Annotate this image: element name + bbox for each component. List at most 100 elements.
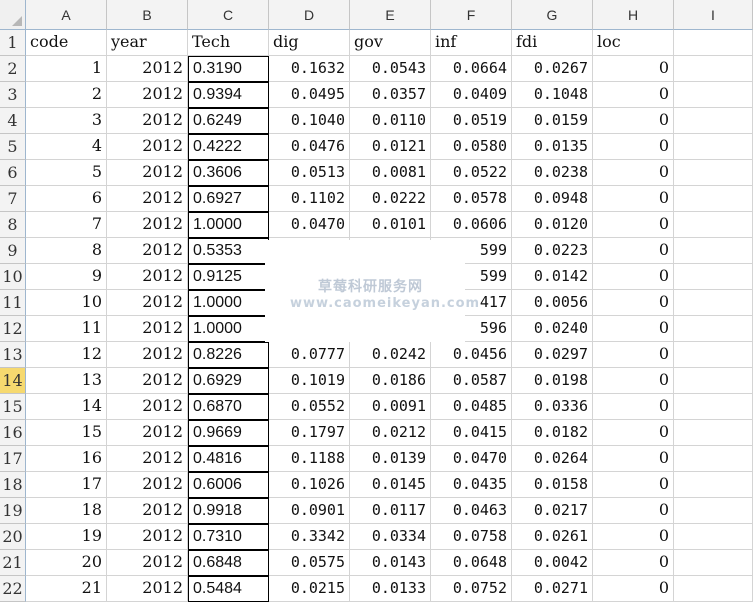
cell-f[interactable]: 0.0415	[431, 420, 512, 446]
cell-a[interactable]: 21	[26, 576, 107, 602]
cell-c[interactable]: 0.6006	[188, 472, 269, 498]
cell-b[interactable]: 2012	[107, 498, 188, 524]
cell-f[interactable]: 0.0580	[431, 134, 512, 160]
cell-a[interactable]: 6	[26, 186, 107, 212]
cell-g[interactable]: 0.0159	[512, 108, 593, 134]
cell-b[interactable]: 2012	[107, 524, 188, 550]
cell-c[interactable]: 0.9918	[188, 498, 269, 524]
column-header-d[interactable]: D	[269, 0, 350, 30]
cell-b[interactable]: 2012	[107, 316, 188, 342]
cell-i[interactable]	[674, 108, 753, 134]
cell-g[interactable]: 0.0271	[512, 576, 593, 602]
cell-g[interactable]: 0.0217	[512, 498, 593, 524]
cell-g[interactable]: 0.0056	[512, 290, 593, 316]
cell-d[interactable]: 0.0901	[269, 498, 350, 524]
cell-g[interactable]: 0.0198	[512, 368, 593, 394]
column-header-f[interactable]: F	[431, 0, 512, 30]
cell-b[interactable]: 2012	[107, 368, 188, 394]
cell-h[interactable]: 0	[593, 420, 674, 446]
cell-h[interactable]: 0	[593, 576, 674, 602]
cell-c[interactable]: 0.6929	[188, 368, 269, 394]
cell-d[interactable]: 0.1040	[269, 108, 350, 134]
cell-a[interactable]: 5	[26, 160, 107, 186]
cell-h[interactable]: 0	[593, 238, 674, 264]
cell-g[interactable]: 0.0142	[512, 264, 593, 290]
cell-g[interactable]: 0.0261	[512, 524, 593, 550]
cell-e[interactable]: 0.0101	[350, 212, 431, 238]
cell-c[interactable]: 0.6927	[188, 186, 269, 212]
row-header[interactable]: 12	[0, 316, 26, 342]
cell-b[interactable]: 2012	[107, 420, 188, 446]
cell-c[interactable]: 1.0000	[188, 316, 269, 342]
cell-f[interactable]: 0.0606	[431, 212, 512, 238]
cell-i[interactable]	[674, 316, 753, 342]
cell-e[interactable]: 0.0091	[350, 394, 431, 420]
cell-g[interactable]: 0.0238	[512, 160, 593, 186]
cell-d[interactable]: 0.0552	[269, 394, 350, 420]
cell-e[interactable]: 0.0357	[350, 82, 431, 108]
cell-f[interactable]: 0.0587	[431, 368, 512, 394]
cell-a[interactable]: 10	[26, 290, 107, 316]
cell-c[interactable]: 0.4222	[188, 134, 269, 160]
cell-g[interactable]: fdi	[512, 30, 593, 56]
row-header[interactable]: 19	[0, 498, 26, 524]
cell-d[interactable]: 0.0476	[269, 134, 350, 160]
cell-f[interactable]: inf	[431, 30, 512, 56]
cell-c[interactable]: 0.3606	[188, 160, 269, 186]
cell-f[interactable]: 0.0578	[431, 186, 512, 212]
cell-e[interactable]: 0.0543	[350, 56, 431, 82]
cell-e[interactable]: 0.0145	[350, 472, 431, 498]
cell-i[interactable]	[674, 394, 753, 420]
cell-g[interactable]: 0.0042	[512, 550, 593, 576]
select-all-corner[interactable]	[0, 0, 26, 30]
cell-a[interactable]: 17	[26, 472, 107, 498]
cell-f[interactable]: 0.0664	[431, 56, 512, 82]
cell-b[interactable]: 2012	[107, 160, 188, 186]
cell-h[interactable]: 0	[593, 368, 674, 394]
cell-h[interactable]: 0	[593, 316, 674, 342]
cell-a[interactable]: 4	[26, 134, 107, 160]
cell-a[interactable]: 9	[26, 264, 107, 290]
cell-f[interactable]: 0.0409	[431, 82, 512, 108]
cell-h[interactable]: 0	[593, 472, 674, 498]
cell-f[interactable]: 0.0435	[431, 472, 512, 498]
cell-h[interactable]: 0	[593, 264, 674, 290]
row-header[interactable]: 20	[0, 524, 26, 550]
cell-c[interactable]: 0.9669	[188, 420, 269, 446]
cell-f[interactable]: 0.0519	[431, 108, 512, 134]
cell-h[interactable]: 0	[593, 498, 674, 524]
cell-a[interactable]: 1	[26, 56, 107, 82]
cell-g[interactable]: 0.1048	[512, 82, 593, 108]
cell-b[interactable]: 2012	[107, 238, 188, 264]
cell-c[interactable]: 1.0000	[188, 212, 269, 238]
cell-e[interactable]: 0.0212	[350, 420, 431, 446]
cell-c[interactable]: 0.9125	[188, 264, 269, 290]
cell-e[interactable]: 0.0139	[350, 446, 431, 472]
cell-i[interactable]	[674, 264, 753, 290]
cell-i[interactable]	[674, 446, 753, 472]
cell-f[interactable]: 0.0485	[431, 394, 512, 420]
cell-c[interactable]: 0.6870	[188, 394, 269, 420]
row-header[interactable]: 22	[0, 576, 26, 602]
row-header[interactable]: 7	[0, 186, 26, 212]
cell-b[interactable]: year	[107, 30, 188, 56]
cell-c[interactable]: Tech	[188, 30, 269, 56]
row-header[interactable]: 18	[0, 472, 26, 498]
cell-i[interactable]	[674, 160, 753, 186]
cell-h[interactable]: 0	[593, 446, 674, 472]
cell-i[interactable]	[674, 290, 753, 316]
column-header-i[interactable]: I	[674, 0, 753, 30]
cell-a[interactable]: 14	[26, 394, 107, 420]
cell-c[interactable]: 1.0000	[188, 290, 269, 316]
row-header[interactable]: 4	[0, 108, 26, 134]
cell-e[interactable]: 0.0121	[350, 134, 431, 160]
cell-h[interactable]: 0	[593, 160, 674, 186]
cell-d[interactable]: 0.1026	[269, 472, 350, 498]
row-header[interactable]: 11	[0, 290, 26, 316]
cell-c[interactable]: 0.6848	[188, 550, 269, 576]
cell-h[interactable]: 0	[593, 56, 674, 82]
cell-f[interactable]: 0.0470	[431, 446, 512, 472]
cell-c[interactable]: 0.8226	[188, 342, 269, 368]
cell-b[interactable]: 2012	[107, 82, 188, 108]
cell-g[interactable]: 0.0223	[512, 238, 593, 264]
